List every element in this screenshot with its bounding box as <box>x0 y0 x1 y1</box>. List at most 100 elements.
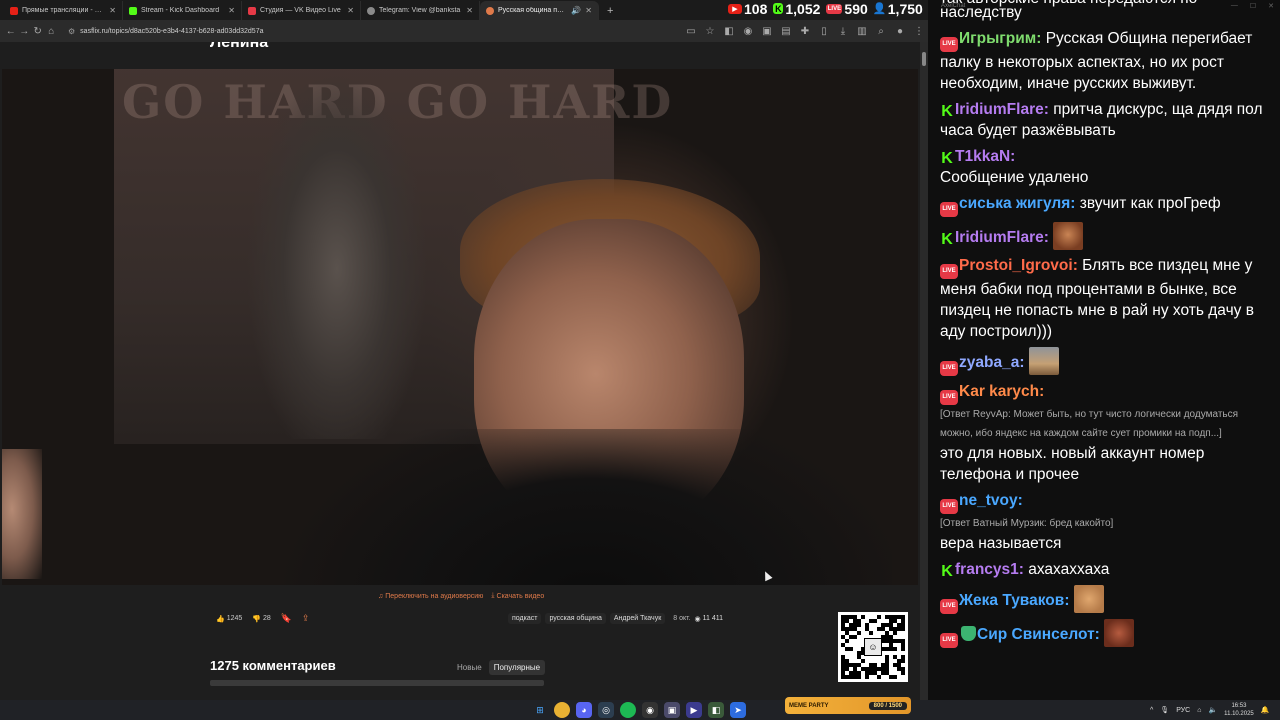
tab-telegram[interactable]: Telegram: View @banksta ✕ <box>361 1 480 20</box>
tab-popular[interactable]: Популярные <box>488 660 546 675</box>
vk-viewers: 590 <box>844 0 868 17</box>
forward-icon[interactable]: → <box>18 22 32 40</box>
tab-newest[interactable]: Новые <box>452 660 487 675</box>
chat-username[interactable]: Жека Туваков <box>959 592 1064 609</box>
app-icon[interactable]: ◧ <box>708 702 724 718</box>
close-icon[interactable]: ✕ <box>1268 2 1274 10</box>
chrome-icon[interactable] <box>554 702 570 718</box>
discord-icon[interactable]: ◕ <box>576 702 592 718</box>
download-video-link[interactable]: ⤓ Скачать видео <box>491 592 544 600</box>
extension-icon[interactable]: ◧ <box>720 22 738 40</box>
menu-kebab-icon[interactable]: ⋮ <box>910 22 928 40</box>
browser-window: Прямые трансляции - YouTube ✕ Stream - K… <box>0 0 928 700</box>
notifications-icon[interactable]: 🔔 <box>1261 706 1270 714</box>
address-bar[interactable]: ⚙ sasflix.ru/topics/d8ac520b-e3b4-4137-b… <box>62 23 672 39</box>
qr-avatar-icon: ☺ <box>864 638 882 656</box>
volume-icon[interactable]: 🔈 <box>1208 706 1217 714</box>
meme-party-progress: 800 / 1500 <box>868 701 907 710</box>
meme-party-widget[interactable]: MEME PARTY 800 / 1500 <box>785 697 911 714</box>
new-tab-button[interactable]: + <box>599 1 621 20</box>
clock[interactable]: 16:53 11.10.2025 <box>1224 702 1254 718</box>
username-separator: : <box>1019 354 1029 371</box>
tab-active-article[interactable]: Русская община про мигр 🔊 ✕ <box>480 1 599 20</box>
chat-username[interactable]: Игрыгрим <box>959 30 1036 47</box>
kick-badge-icon: K <box>941 231 953 248</box>
chat-username[interactable]: сиська жигуля <box>959 195 1070 212</box>
message-text: это для новых. новый аккаунт номер телеф… <box>940 445 1205 483</box>
home-icon[interactable]: ⌂ <box>45 22 59 40</box>
telegram-icon[interactable]: ➤ <box>730 702 746 718</box>
chat-username[interactable]: Prostoi_Igrovoi <box>959 257 1073 274</box>
maximize-icon[interactable]: ☐ <box>1250 2 1256 10</box>
site-info-icon[interactable]: ⚙ <box>68 27 75 36</box>
bookmark-star-icon[interactable]: ☆ <box>701 22 719 40</box>
chat-emote-icon <box>1028 347 1059 375</box>
split-icon[interactable]: ▯ <box>815 22 833 40</box>
like-button[interactable]: 👍 1245 <box>216 615 242 623</box>
close-tab-icon[interactable]: ✕ <box>466 6 473 15</box>
steam-icon[interactable]: ◎ <box>598 702 614 718</box>
tab-search-icon[interactable]: ⌕ <box>872 22 890 40</box>
obs-icon[interactable]: ◉ <box>642 702 658 718</box>
chat-username[interactable]: Сир Свинселот <box>977 626 1095 643</box>
video-actions: 👍 1245 👎 28 🔖 ⇪ <box>216 613 310 624</box>
windows-start-icon[interactable]: ⊞ <box>532 702 548 718</box>
reload-icon[interactable]: ↻ <box>31 22 45 40</box>
url-text[interactable]: sasflix.ru/topics/d8ac520b-e3b4-4137-b62… <box>80 28 263 35</box>
youtube-viewers: 108 <box>744 0 768 17</box>
taskbar-apps: ⊞ ◕ ◎ ◉ ▣ ▶ ◧ ➤ <box>532 702 746 718</box>
extension-icon[interactable]: ▤ <box>777 22 795 40</box>
back-icon[interactable]: ← <box>4 22 18 40</box>
bookmark-button[interactable]: 🔖 <box>281 613 292 624</box>
chat-titlebar: AxelChat — ☐ ✕ <box>928 0 1280 12</box>
message-text: ахахаххаха <box>1028 561 1110 578</box>
speaker-icon[interactable]: 🔊 <box>571 6 581 15</box>
spotify-icon[interactable] <box>620 702 636 718</box>
close-tab-icon[interactable]: ✕ <box>347 6 354 15</box>
share-button[interactable]: ⇪ <box>302 613 310 624</box>
chat-message: LIVE Kar karych: [Ответ ReyvAp: Может быт… <box>940 381 1272 485</box>
page-scrollbar[interactable] <box>920 42 928 700</box>
comment-sort-tabs: Новые Популярные <box>452 660 546 675</box>
comment-input[interactable] <box>210 680 544 686</box>
chat-username[interactable]: IridiumFlare <box>955 101 1044 118</box>
close-tab-icon[interactable]: ✕ <box>109 6 116 15</box>
chat-username[interactable]: IridiumFlare <box>955 229 1044 246</box>
network-icon[interactable]: ⌂ <box>1197 707 1201 714</box>
video-player[interactable]: GO HARD GO HARD <box>2 69 918 585</box>
switch-audio-link[interactable]: ♫ Переключить на аудиоверсию <box>378 592 483 600</box>
language-indicator[interactable]: РУС <box>1176 707 1190 714</box>
tag-podcast[interactable]: подкаст <box>508 613 542 624</box>
vk-live-badge-icon: LIVE <box>940 599 958 614</box>
dislike-button[interactable]: 👎 28 <box>252 615 271 623</box>
tab-vk[interactable]: Студия — VK Видео Live ✕ <box>242 1 361 20</box>
close-tab-icon[interactable]: ✕ <box>228 6 235 15</box>
chat-username[interactable]: T1kkaN <box>955 148 1010 165</box>
app-icon[interactable]: ▶ <box>686 702 702 718</box>
scrollbar-thumb[interactable] <box>922 52 926 66</box>
app-icon[interactable]: ▣ <box>664 702 680 718</box>
microphone-icon[interactable]: 🎙 <box>1160 706 1169 714</box>
tab-youtube[interactable]: Прямые трансляции - YouTube ✕ <box>4 1 123 20</box>
tag-author[interactable]: Андрей Ткачук <box>609 613 666 624</box>
profile-icon[interactable]: ● <box>891 22 909 40</box>
chat-username[interactable]: zyaba_a <box>959 354 1019 371</box>
puzzle-icon[interactable]: ✚ <box>796 22 814 40</box>
minimize-icon[interactable]: — <box>1231 2 1238 10</box>
chat-username[interactable]: francys1 <box>955 561 1019 578</box>
extension-icon[interactable]: ▣ <box>758 22 776 40</box>
poster-figure <box>232 69 442 439</box>
download-icon[interactable]: ⤓ <box>834 22 852 40</box>
chat-username[interactable]: ne_tvoy <box>959 492 1018 509</box>
telegram-viewers: 1,750 <box>887 0 923 17</box>
tray-chevron-icon[interactable]: ^ <box>1150 707 1153 714</box>
tab-kick[interactable]: Stream - Kick Dashboard ✕ <box>123 1 242 20</box>
close-tab-icon[interactable]: ✕ <box>585 6 592 15</box>
cast-icon[interactable]: ▭ <box>682 22 700 40</box>
tag-community[interactable]: русская община <box>545 613 606 624</box>
extension-icon[interactable]: ◉ <box>739 22 757 40</box>
vk-live-badge-icon: LIVE <box>940 361 958 376</box>
sidebar-icon[interactable]: ▥ <box>853 22 871 40</box>
chat-message: LIVE ne_tvoy: [Ответ Ватный Мурзик: бред … <box>940 490 1272 554</box>
chat-username[interactable]: Kar karych <box>959 383 1039 400</box>
